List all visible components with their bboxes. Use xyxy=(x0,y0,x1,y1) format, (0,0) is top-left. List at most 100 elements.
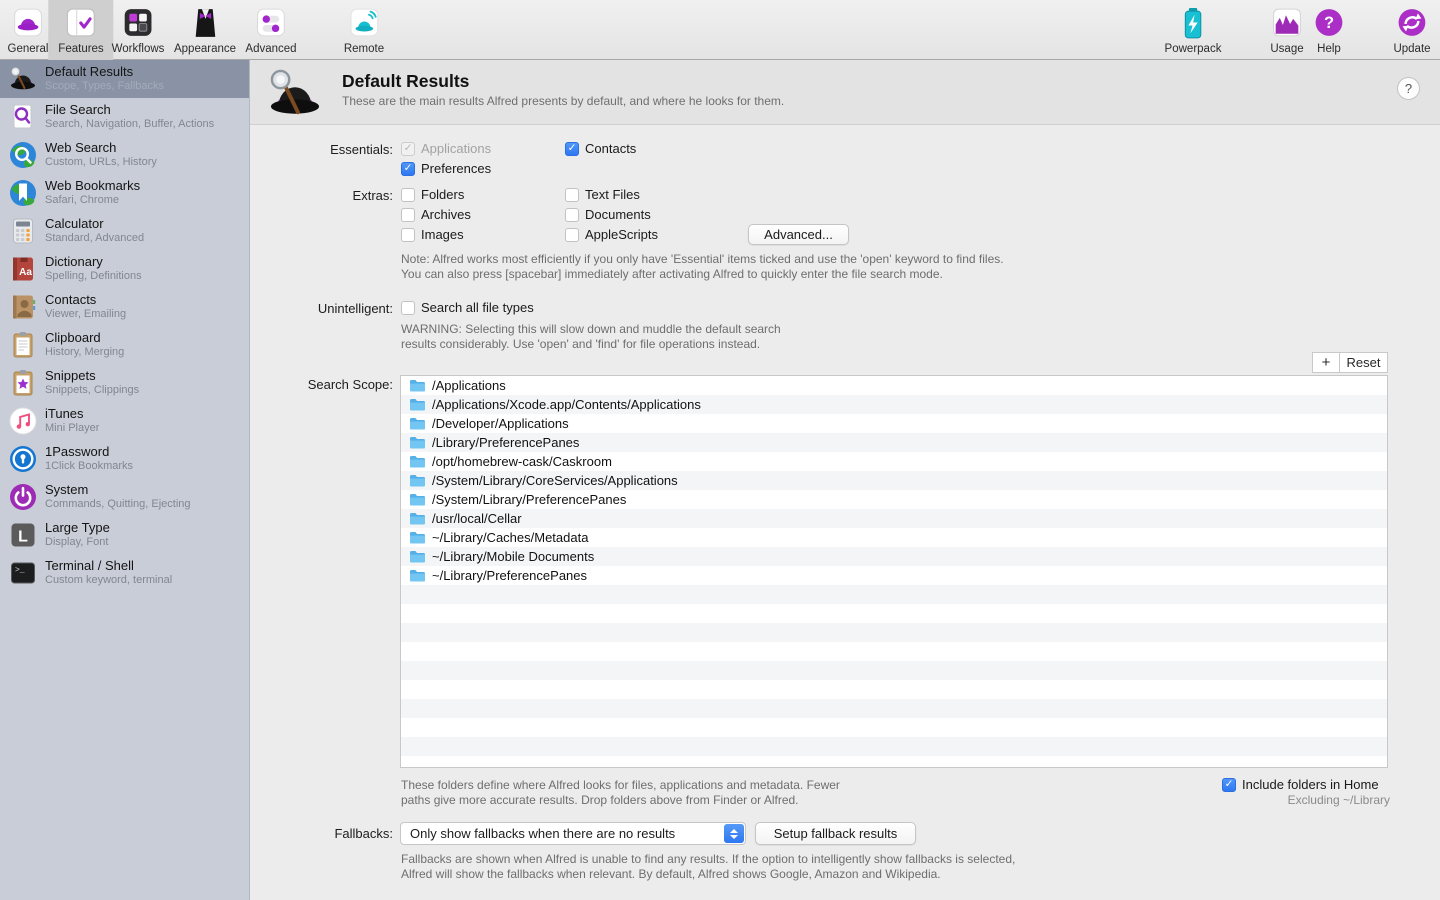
checkbox-preferences[interactable]: Preferences xyxy=(401,161,491,176)
extras-label: Extras: xyxy=(250,188,393,203)
sidebar-item-web-bookmarks[interactable]: Web Bookmarks Safari, Chrome xyxy=(0,174,249,212)
checkbox-documents[interactable]: Documents xyxy=(565,207,651,222)
checkbox-include-folders-in-home[interactable]: Include folders in Home xyxy=(1222,777,1379,792)
sidebar-item-1password[interactable]: 1Password 1Click Bookmarks xyxy=(0,440,249,478)
essentials-note-line1: Note: Alfred works most efficiently if y… xyxy=(401,252,1004,266)
checkbox-label: Preferences xyxy=(421,161,491,176)
sidebar-item-calculator[interactable]: Calculator Standard, Advanced xyxy=(0,212,249,250)
sidebar-item-itunes[interactable]: iTunes Mini Player xyxy=(0,402,249,440)
checkbox-applications[interactable]: Applications xyxy=(401,141,491,156)
toolbar-tab-features[interactable]: Features xyxy=(48,0,113,60)
sidebar-item-subtitle: Mini Player xyxy=(45,422,99,435)
checkbox-text-files[interactable]: Text Files xyxy=(565,187,640,202)
scope-row[interactable]: /Library/PreferencePanes xyxy=(401,433,1387,452)
fallbacks-note-line2: Alfred will show the fallbacks when rele… xyxy=(401,867,941,881)
search-scope-list[interactable]: /Applications /Applications/Xcode.app/Co… xyxy=(400,375,1388,768)
checkbox-search-all-file-types[interactable]: Search all file types xyxy=(401,300,534,315)
toolbar-tab-advanced[interactable]: Advanced xyxy=(245,0,296,60)
reset-button[interactable]: Reset xyxy=(1339,352,1388,373)
sidebar-item-clipboard[interactable]: Clipboard History, Merging xyxy=(0,326,249,364)
scope-path: /System/Library/CoreServices/Application… xyxy=(432,473,678,488)
sidebar-item-title: Dictionary xyxy=(45,255,142,270)
scope-row[interactable]: /System/Library/PreferencePanes xyxy=(401,490,1387,509)
sidebar-item-title: Clipboard xyxy=(45,331,124,346)
toolbar-tab-workflows[interactable]: Workflows xyxy=(112,0,165,60)
toolbar-tab-general[interactable]: General xyxy=(8,0,49,60)
sidebar-item-default-results[interactable]: Default Results Scope, Types, Fallbacks xyxy=(0,60,249,98)
scope-path: ~/Library/Caches/Metadata xyxy=(432,530,588,545)
sidebar-item-subtitle: Custom, URLs, History xyxy=(45,156,157,169)
scope-row[interactable]: /opt/homebrew-cask/Caskroom xyxy=(401,452,1387,471)
fallbacks-select[interactable]: Only show fallbacks when there are no re… xyxy=(400,822,746,845)
toolbar-tab-label: Usage xyxy=(1270,43,1303,55)
checkbox-folders[interactable]: Folders xyxy=(401,187,464,202)
scope-note-line2: paths give more accurate results. Drop f… xyxy=(401,793,799,807)
scope-row[interactable]: /System/Library/CoreServices/Application… xyxy=(401,471,1387,490)
page-title: Default Results xyxy=(342,71,469,92)
scope-path: /Developer/Applications xyxy=(432,416,569,431)
sidebar-item-web-search[interactable]: Web Search Custom, URLs, History xyxy=(0,136,249,174)
toolbar-tab-update[interactable]: Update xyxy=(1393,0,1430,60)
folder-icon xyxy=(409,398,425,411)
advanced-button[interactable]: Advanced... xyxy=(748,224,849,245)
calculator-icon xyxy=(8,216,38,246)
scope-path: ~/Library/PreferencePanes xyxy=(432,568,587,583)
checkbox-contacts[interactable]: Contacts xyxy=(565,141,636,156)
sidebar-item-title: File Search xyxy=(45,103,214,118)
toolbar-tab-powerpack[interactable]: Powerpack xyxy=(1165,0,1222,60)
checkbox-box xyxy=(401,228,415,242)
question-circle-icon: ? xyxy=(1312,6,1347,41)
checkbox-box xyxy=(565,188,579,202)
checkbox-applescripts[interactable]: AppleScripts xyxy=(565,227,658,242)
checkbox-archives[interactable]: Archives xyxy=(401,207,471,222)
select-stepper-icon xyxy=(724,824,744,843)
sidebar-item-title: Terminal / Shell xyxy=(45,559,172,574)
checkbox-box xyxy=(401,301,415,315)
folder-icon xyxy=(409,417,425,430)
checkbox-images[interactable]: Images xyxy=(401,227,464,242)
toolbar-tab-label: General xyxy=(8,43,49,55)
page-subtitle: These are the main results Alfred presen… xyxy=(342,94,784,108)
sidebar-item-title: Default Results xyxy=(45,65,164,80)
essentials-label: Essentials: xyxy=(250,142,393,157)
checkbox-box xyxy=(1222,778,1236,792)
toolbar-tab-help[interactable]: ? Help xyxy=(1312,0,1347,60)
sidebar-item-system[interactable]: System Commands, Quitting, Ejecting xyxy=(0,478,249,516)
sidebar-item-contacts[interactable]: Contacts Viewer, Emailing xyxy=(0,288,249,326)
help-button[interactable]: ? xyxy=(1397,77,1420,100)
scope-path: /usr/local/Cellar xyxy=(432,511,522,526)
setup-fallback-results-button[interactable]: Setup fallback results xyxy=(755,822,916,845)
scope-row[interactable]: /Applications/Xcode.app/Contents/Applica… xyxy=(401,395,1387,414)
music-note-icon xyxy=(8,406,38,436)
folder-icon xyxy=(409,550,425,563)
sidebar-item-title: Snippets xyxy=(45,369,139,384)
scope-row[interactable]: /Applications xyxy=(401,376,1387,395)
scope-note-line1: These folders define where Alfred looks … xyxy=(401,778,840,792)
toggles-icon xyxy=(254,6,289,41)
add-folder-button[interactable]: + xyxy=(1312,352,1339,373)
sidebar-item-subtitle: Snippets, Clippings xyxy=(45,384,139,397)
scope-row[interactable]: /Developer/Applications xyxy=(401,414,1387,433)
pane-header: Default Results These are the main resul… xyxy=(250,60,1440,125)
folder-icon xyxy=(409,455,425,468)
sidebar-item-subtitle: History, Merging xyxy=(45,346,124,359)
scope-row[interactable]: ~/Library/PreferencePanes xyxy=(401,566,1387,585)
scope-row[interactable]: /usr/local/Cellar xyxy=(401,509,1387,528)
toolbar-tab-label: Advanced xyxy=(245,43,296,55)
sidebar-item-dictionary[interactable]: Aa Dictionary Spelling, Definitions xyxy=(0,250,249,288)
include-home-note: Excluding ~/Library xyxy=(1288,793,1390,807)
folder-icon xyxy=(409,512,425,525)
checkbox-label: Documents xyxy=(585,207,651,222)
sidebar-item-title: Web Bookmarks xyxy=(45,179,140,194)
sidebar-item-terminal-shell[interactable]: >_ Terminal / Shell Custom keyword, term… xyxy=(0,554,249,592)
sidebar-item-title: Calculator xyxy=(45,217,144,232)
sidebar-item-file-search[interactable]: File Search Search, Navigation, Buffer, … xyxy=(0,98,249,136)
scope-row[interactable]: ~/Library/Caches/Metadata xyxy=(401,528,1387,547)
scope-row[interactable]: ~/Library/Mobile Documents xyxy=(401,547,1387,566)
sidebar-item-large-type[interactable]: L Large Type Display, Font xyxy=(0,516,249,554)
globe-search-icon xyxy=(8,140,38,170)
sidebar-item-snippets[interactable]: Snippets Snippets, Clippings xyxy=(0,364,249,402)
toolbar-tab-usage[interactable]: Usage xyxy=(1270,0,1305,60)
toolbar-tab-remote[interactable]: Remote xyxy=(344,0,384,60)
toolbar-tab-appearance[interactable]: Appearance xyxy=(174,0,236,60)
